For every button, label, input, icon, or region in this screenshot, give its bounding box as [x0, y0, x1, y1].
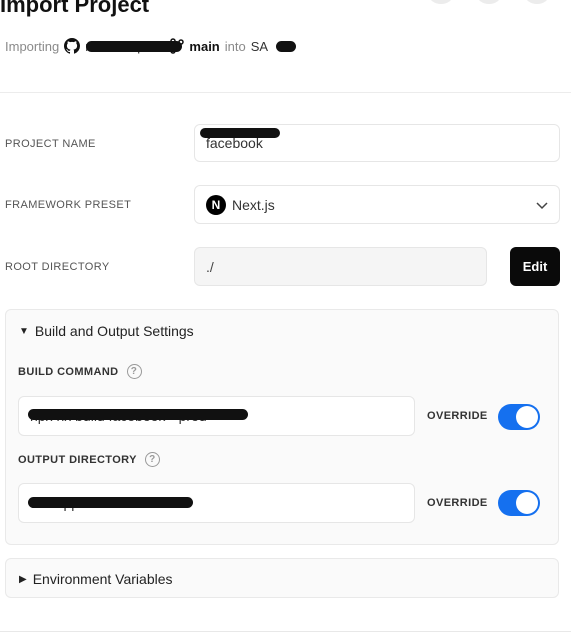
framework-preset-select[interactable]: N Next.js — [194, 185, 560, 224]
header-actions — [429, 0, 549, 4]
root-directory-input: ./ — [194, 247, 487, 286]
root-directory-value: ./ — [206, 258, 214, 275]
framework-preset-label: FRAMEWORK PRESET — [5, 199, 132, 211]
output-directory-override-toggle[interactable] — [498, 490, 540, 516]
toggle-knob — [516, 492, 538, 514]
help-icon[interactable]: ? — [144, 452, 160, 467]
section-divider — [0, 631, 571, 632]
importing-label: Importing — [5, 38, 60, 54]
github-icon — [64, 38, 81, 54]
build-command-override-label: OVERRIDE — [427, 410, 488, 422]
redaction-mark — [200, 128, 280, 138]
edit-root-directory-button[interactable]: Edit — [510, 247, 560, 286]
header-action-icon[interactable] — [429, 0, 453, 4]
build-output-settings-title: Build and Output Settings — [34, 323, 194, 339]
header-action-icon[interactable] — [477, 0, 501, 4]
environment-variables-toggle[interactable]: ▶ Environment Variables — [19, 571, 173, 587]
project-name-label: PROJECT NAME — [5, 138, 96, 150]
help-icon[interactable]: ? — [126, 364, 142, 379]
output-directory-label: OUTPUT DIRECTORY — [18, 453, 137, 466]
redaction-mark — [276, 41, 296, 52]
framework-preset-value: Next.js — [232, 196, 275, 213]
output-directory-override-label: OVERRIDE — [427, 497, 488, 509]
section-divider — [0, 92, 571, 93]
target-scope[interactable]: SA — [251, 39, 268, 54]
into-label: into — [224, 38, 246, 54]
redaction-mark — [86, 41, 182, 52]
triangle-right-icon: ▶ — [19, 573, 27, 585]
triangle-down-icon: ▼ — [19, 325, 29, 337]
build-command-label-row: BUILD COMMAND ? — [18, 364, 142, 379]
page-title: Import Project — [0, 0, 150, 17]
root-directory-label: ROOT DIRECTORY — [5, 261, 110, 273]
branch-name: main — [189, 38, 220, 54]
build-output-settings-toggle[interactable]: ▼ Build and Output Settings — [19, 323, 194, 339]
toggle-knob — [516, 406, 538, 428]
redaction-mark — [28, 497, 193, 508]
environment-variables-title: Environment Variables — [32, 571, 173, 587]
header-action-icon[interactable] — [525, 0, 549, 4]
build-command-label: BUILD COMMAND — [18, 365, 119, 378]
nextjs-logo-icon: N — [206, 194, 226, 215]
chevron-down-icon — [536, 197, 548, 213]
redaction-mark — [28, 409, 248, 420]
build-output-settings-panel: ▼ Build and Output Settings BUILD COMMAN… — [5, 309, 559, 545]
environment-variables-panel[interactable]: ▶ Environment Variables — [5, 558, 559, 598]
build-command-override-toggle[interactable] — [498, 404, 540, 430]
output-directory-label-row: OUTPUT DIRECTORY ? — [18, 452, 160, 467]
